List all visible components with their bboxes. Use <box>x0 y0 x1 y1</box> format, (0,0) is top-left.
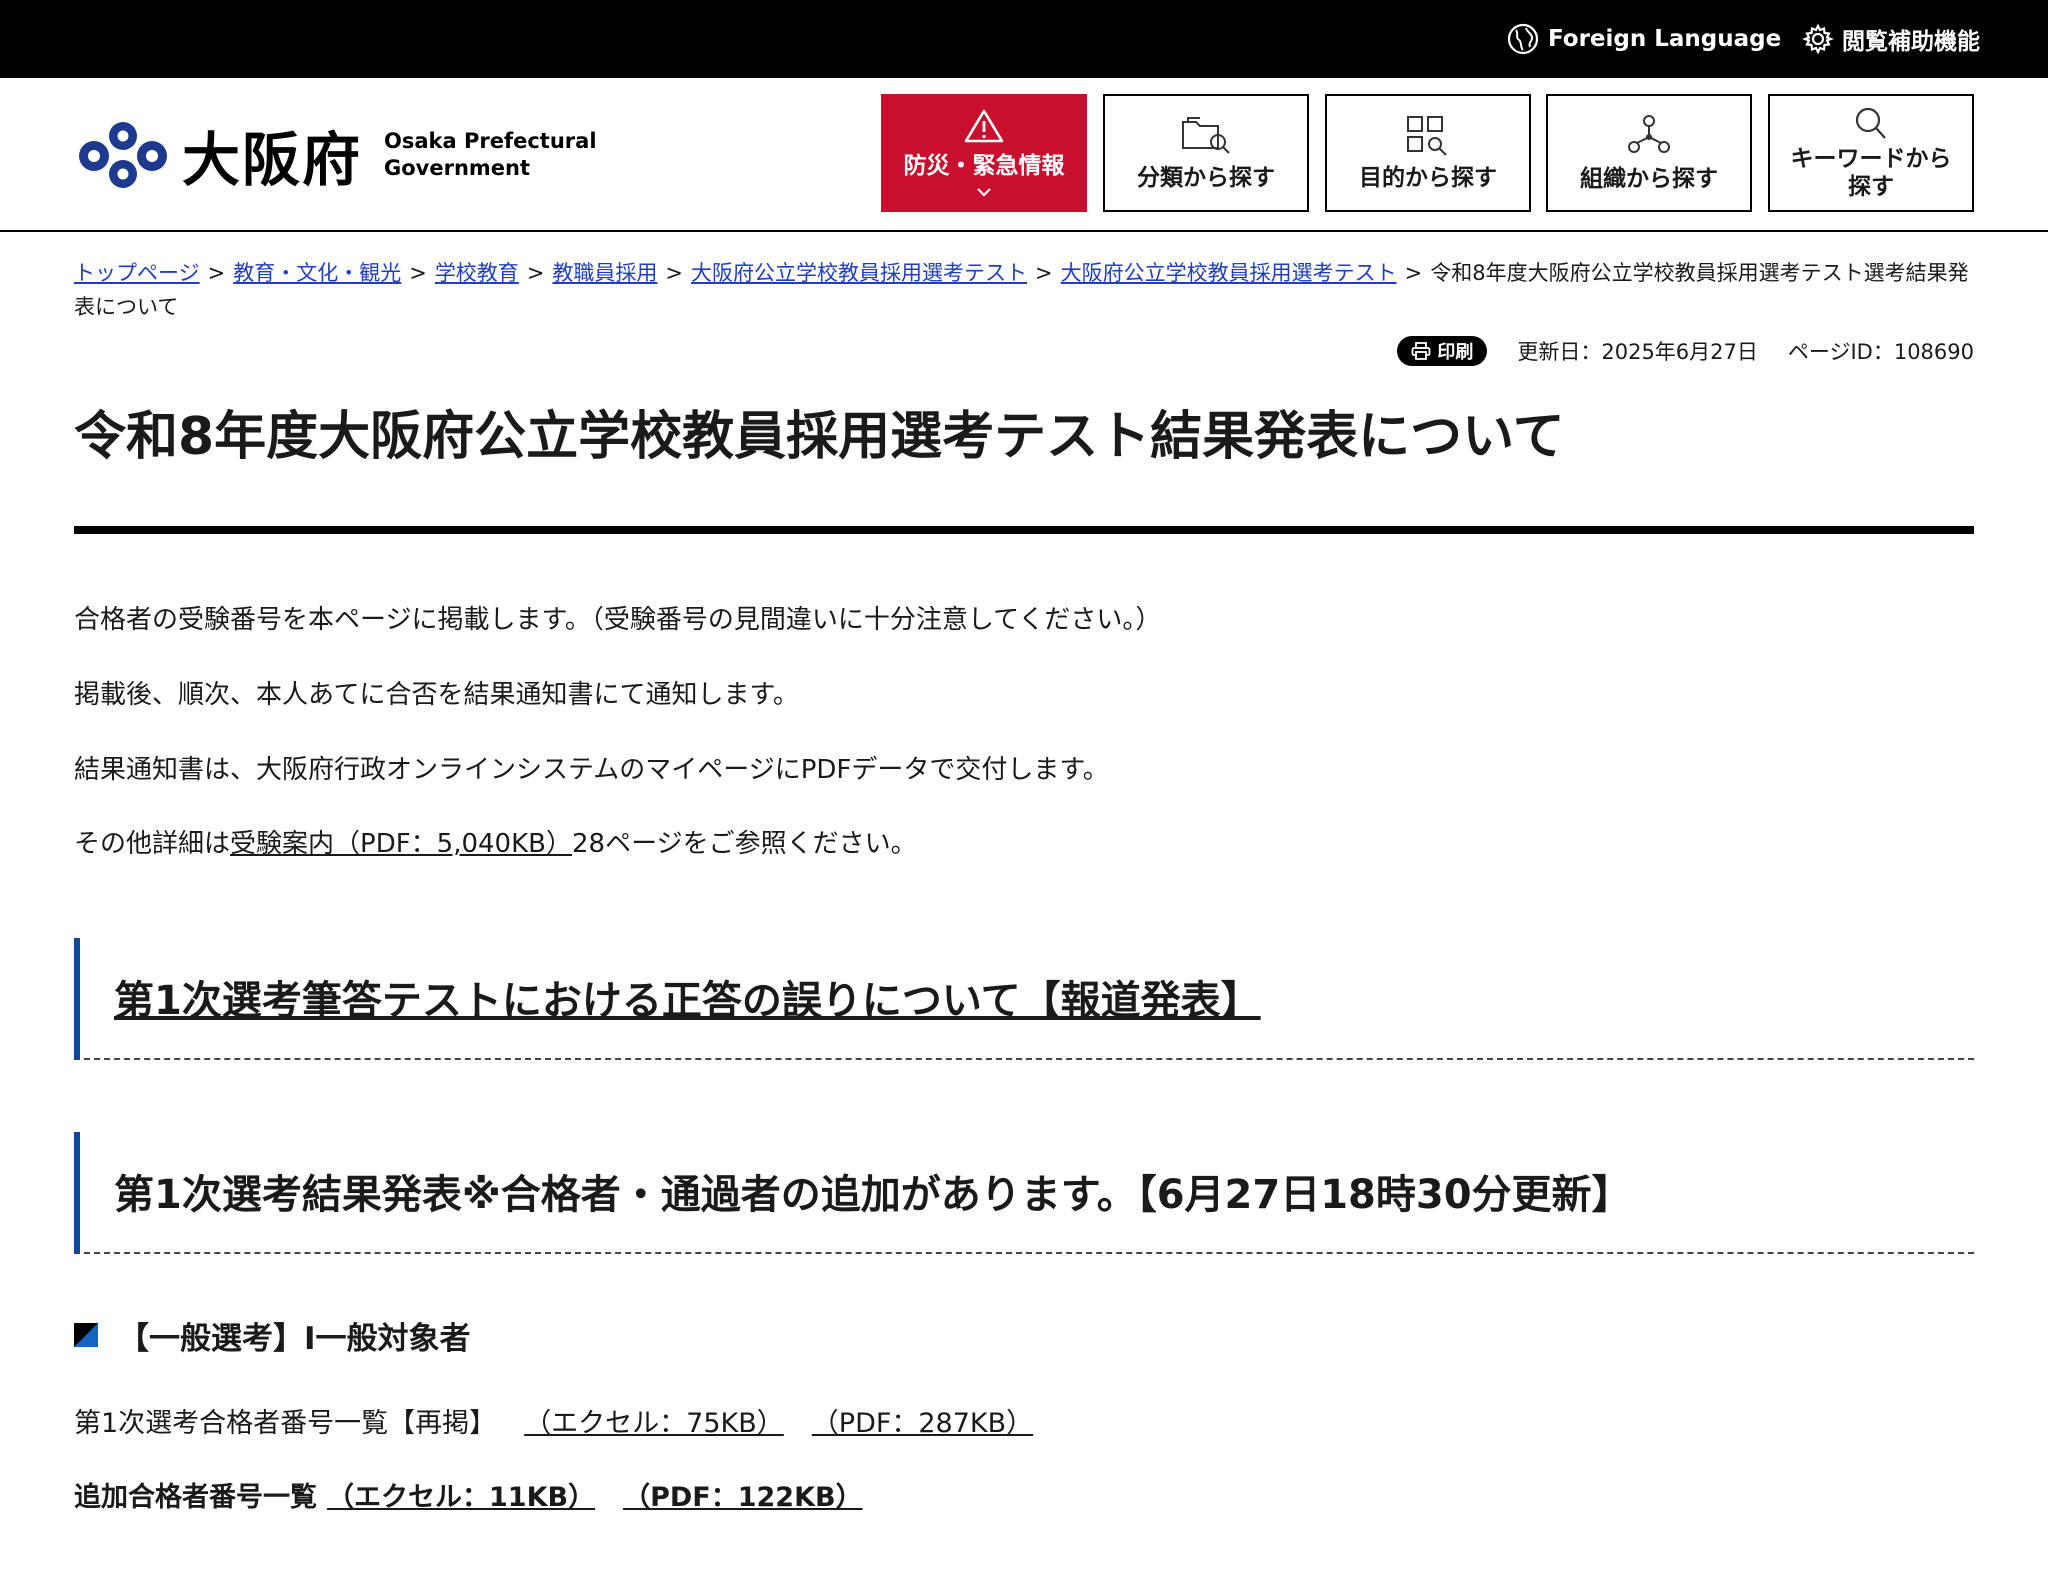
nav-keyword-label-line1: キーワードから <box>1790 146 1952 172</box>
nav-keyword-label: キーワードから 探す <box>1791 145 1952 201</box>
breadcrumb-link-teacher-recruitment[interactable]: 教職員採用 <box>552 261 657 285</box>
nav-emergency-label: 防災・緊急情報 <box>903 153 1065 179</box>
breadcrumb: トップページ > 教育・文化・観光 > 学校教育 > 教職員採用 > 大阪府公立学校教員採用選考… <box>74 256 1974 324</box>
correction-press-release-link[interactable]: 第1次選考筆答テストにおける正答の誤りについて【報道発表】 <box>114 968 1261 1026</box>
logo-english-text: Osaka Prefectural Government <box>384 128 597 182</box>
foreign-language-button[interactable]: Foreign Language <box>1506 19 1781 59</box>
logo-english-line1: Osaka Prefectural <box>384 129 597 153</box>
breadcrumb-separator: > <box>665 261 684 285</box>
section-heading-results-text: 第1次選考結果発表※合格者・通過者の追加があります。【6月27日18時30分更新… <box>114 1172 1632 1218</box>
nav-keyword-label-line2: 探す <box>1848 174 1894 200</box>
breadcrumb-link-exam-2[interactable]: 大阪府公立学校教員採用選考テスト <box>1061 261 1397 285</box>
p4-before-text: その他詳細は <box>74 829 231 859</box>
intro-paragraph-1: 合格者の受験番号を本ページに掲載します。（受験番号の見間違いに十分注意してくださ… <box>74 605 1162 635</box>
printer-icon <box>1411 342 1431 360</box>
additional-excel-link[interactable]: （エクセル：11KB） <box>327 1478 595 1518</box>
logo-japanese-text: 大阪府 <box>182 126 363 194</box>
top-utility-bar: Foreign Language 閲覧補助機能 <box>0 0 2048 78</box>
nav-organization-button[interactable]: 組織から探す <box>1546 94 1752 212</box>
page-id: ページID：108690 <box>1787 340 1974 364</box>
first-pass-excel-link[interactable]: （エクセル：75KB） <box>524 1404 784 1444</box>
title-divider <box>74 526 1974 534</box>
breadcrumb-link-top[interactable]: トップページ <box>74 261 200 285</box>
breadcrumb-separator: > <box>1404 261 1423 285</box>
accessibility-button[interactable]: 閲覧補助機能 <box>1802 19 1980 59</box>
foreign-language-label: Foreign Language <box>1548 26 1782 52</box>
folder-search-icon <box>1182 117 1230 154</box>
grid-search-icon <box>1407 116 1447 156</box>
download-row-label: 第1次選考合格者番号一覧【再掲】 <box>74 1408 497 1439</box>
download-row-first-pass: 第1次選考合格者番号一覧【再掲】 （エクセル：75KB） （PDF：287KB） <box>74 1404 1033 1444</box>
nav-organization-label: 組織から探す <box>1580 166 1718 192</box>
site-header: 大阪府 Osaka Prefectural Government 防災・緊急情報… <box>0 78 2048 232</box>
breadcrumb-link-school-education[interactable]: 学校教育 <box>435 261 519 285</box>
subsection-heading-general: 【一般選考】Ⅰ一般対象者 <box>74 1314 471 1357</box>
first-pass-pdf-link[interactable]: （PDF：287KB） <box>812 1404 1033 1444</box>
breadcrumb-separator: > <box>526 261 545 285</box>
nav-category-button[interactable]: 分類から探す <box>1103 94 1309 212</box>
additional-pdf-link[interactable]: （PDF：122KB） <box>623 1478 863 1518</box>
warning-icon <box>964 109 1004 143</box>
square-bullet-icon <box>74 1323 98 1347</box>
intro-paragraph-4: その他詳細は受験案内（PDF：5,040KB）28ページをご参照ください。 <box>74 824 917 864</box>
nav-purpose-label: 目的から探す <box>1359 165 1497 191</box>
breadcrumb-separator: > <box>207 261 226 285</box>
search-icon <box>1855 107 1886 139</box>
breadcrumb-link-exam-1[interactable]: 大阪府公立学校教員採用選考テスト <box>691 261 1027 285</box>
download-row-label: 追加合格者番号一覧 <box>74 1482 317 1513</box>
osaka-logo-icon <box>79 122 167 188</box>
section-heading-results: 第1次選考結果発表※合格者・通過者の追加があります。【6月27日18時30分更新… <box>74 1132 1974 1254</box>
nav-purpose-button[interactable]: 目的から探す <box>1325 94 1531 212</box>
intro-paragraph-3: 結果通知書は、大阪府行政オンラインシステムのマイページにPDFデータで交付します… <box>74 755 1109 785</box>
print-label: 印刷 <box>1437 342 1474 363</box>
gear-icon <box>1802 23 1834 55</box>
section-heading-correction-text: 第1次選考筆答テストにおける正答の誤りについて【報道発表】 <box>114 938 1261 1056</box>
chevron-down-icon <box>977 188 991 197</box>
subsection-heading-text: 【一般選考】Ⅰ一般対象者 <box>118 1320 471 1357</box>
nav-keyword-button[interactable]: キーワードから 探す <box>1768 94 1974 212</box>
logo-english-line2: Government <box>384 156 531 180</box>
accessibility-label: 閲覧補助機能 <box>1842 29 1980 55</box>
print-button[interactable]: 印刷 <box>1397 336 1488 366</box>
breadcrumb-separator: > <box>1035 261 1053 285</box>
nav-emergency-button[interactable]: 防災・緊急情報 <box>881 94 1087 212</box>
org-tree-icon <box>1628 115 1670 153</box>
download-row-additional: 追加合格者番号一覧 （エクセル：11KB） （PDF：122KB） <box>74 1478 863 1518</box>
breadcrumb-link-education-culture[interactable]: 教育・文化・観光 <box>233 261 401 285</box>
intro-paragraph-2: 掲載後、順次、本人あてに合否を結果通知書にて通知します。 <box>74 680 799 710</box>
exam-guide-pdf-link[interactable]: 受験案内（PDF：5,040KB） <box>230 829 572 859</box>
site-logo[interactable]: 大阪府 Osaka Prefectural Government <box>74 110 597 200</box>
globe-icon <box>1507 23 1539 55</box>
nav-category-label: 分類から探す <box>1137 165 1275 191</box>
section-heading-correction: 第1次選考筆答テストにおける正答の誤りについて【報道発表】 <box>74 938 1974 1060</box>
breadcrumb-separator: > <box>409 261 427 285</box>
page-title: 令和8年度大阪府公立学校教員採用選考テスト結果発表について <box>74 407 1565 467</box>
updated-date: 更新日：2025年6月27日 <box>1517 340 1758 364</box>
page-meta: 印刷 更新日：2025年6月27日 ページID：108690 <box>1397 334 1974 368</box>
p4-after-text: 28ページをご参照ください。 <box>572 829 917 859</box>
